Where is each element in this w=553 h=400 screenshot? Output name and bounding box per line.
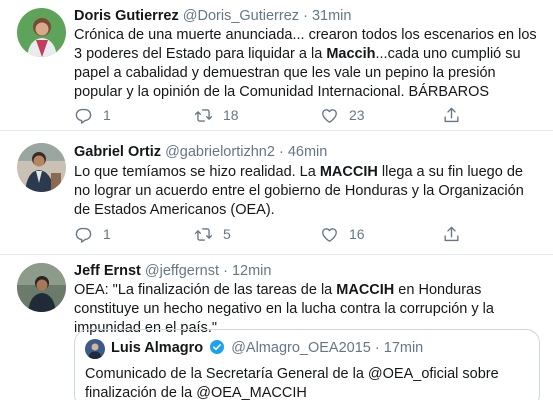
timestamp[interactable]: 31min <box>312 8 352 24</box>
retweet-count: 18 <box>223 107 239 123</box>
reply-count: 1 <box>103 107 111 123</box>
timestamp[interactable]: 17min <box>384 340 424 356</box>
like-icon <box>322 108 337 123</box>
author-handle[interactable]: @jeffgernst <box>145 263 219 279</box>
author-handle[interactable]: @Almagro_OEA2015 <box>231 340 371 356</box>
timestamp[interactable]: 12min <box>232 263 272 279</box>
retweet-icon <box>194 108 213 122</box>
like-count: 23 <box>349 107 365 123</box>
quoted-tweet-header: Luis Almagro @Almagro_OEA2015 · 17min <box>111 339 423 358</box>
tweet-text: Crónica de una muerte anunciada... crear… <box>74 26 540 102</box>
reply-icon <box>75 227 92 243</box>
tweet-text-part: Lo que temíamos se hizo realidad. La <box>74 164 320 180</box>
separator: · <box>278 144 284 160</box>
tweet-header: Jeff Ernst @jeffgernst · 12min <box>74 262 271 281</box>
tweet-actions: 1 5 16 <box>74 223 474 245</box>
tweet-text-part: OEA: "La finalización de las tareas de l… <box>74 282 337 298</box>
share-button[interactable] <box>442 104 461 126</box>
like-count: 16 <box>349 226 365 242</box>
reply-count: 1 <box>103 226 111 242</box>
separator: · <box>374 340 380 356</box>
avatar[interactable] <box>17 143 66 192</box>
like-icon <box>322 227 337 242</box>
author-handle[interactable]: @Doris_Gutierrez <box>183 8 299 24</box>
tweet-text: Lo que temíamos se hizo realidad. La MAC… <box>74 163 540 220</box>
like-button[interactable]: 23 <box>320 104 365 126</box>
share-icon <box>444 226 459 241</box>
share-icon <box>444 107 459 122</box>
avatar[interactable] <box>17 263 66 312</box>
highlighted-term: Maccih <box>326 46 376 62</box>
separator: · <box>303 8 308 24</box>
author-name[interactable]: Gabriel Ortiz <box>74 144 161 160</box>
reply-button[interactable]: 1 <box>74 223 111 245</box>
author-name[interactable]: Luis Almagro <box>111 340 203 356</box>
tweet-actions: 1 18 23 <box>74 104 474 126</box>
tweet-header: Gabriel Ortiz @gabrielortizhn2 · 46min <box>74 143 327 162</box>
separator: · <box>223 263 228 279</box>
retweet-button[interactable]: 18 <box>194 104 239 126</box>
author-name[interactable]: Doris Gutierrez <box>74 8 179 24</box>
timestamp[interactable]: 46min <box>288 144 328 160</box>
retweet-icon <box>194 227 213 241</box>
quoted-tweet[interactable]: Luis Almagro @Almagro_OEA2015 · 17min Co… <box>74 329 540 400</box>
share-button[interactable] <box>442 223 461 245</box>
avatar[interactable] <box>17 8 66 57</box>
tweet[interactable]: Jeff Ernst @jeffgernst · 12min OEA: "La … <box>0 255 553 400</box>
avatar[interactable] <box>85 339 105 359</box>
highlighted-term: MACCIH <box>319 164 378 180</box>
retweet-button[interactable]: 5 <box>194 223 231 245</box>
like-button[interactable]: 16 <box>320 223 365 245</box>
quoted-tweet-text: Comunicado de la Secretaría General de l… <box>85 366 499 400</box>
reply-icon <box>75 108 92 124</box>
tweet[interactable]: Doris Gutierrez @Doris_Gutierrez · 31min… <box>0 0 553 131</box>
tweet-feed: Doris Gutierrez @Doris_Gutierrez · 31min… <box>0 0 553 400</box>
verified-badge-icon <box>210 340 225 354</box>
reply-button[interactable]: 1 <box>74 104 111 126</box>
author-name[interactable]: Jeff Ernst <box>74 263 141 279</box>
tweet[interactable]: Gabriel Ortiz @gabrielortizhn2 · 46min L… <box>0 131 553 255</box>
tweet-header: Doris Gutierrez @Doris_Gutierrez · 31min <box>74 7 351 26</box>
author-handle[interactable]: @gabrielortizhn2 <box>165 144 275 160</box>
retweet-count: 5 <box>223 226 231 242</box>
highlighted-term: MACCIH <box>336 282 395 298</box>
